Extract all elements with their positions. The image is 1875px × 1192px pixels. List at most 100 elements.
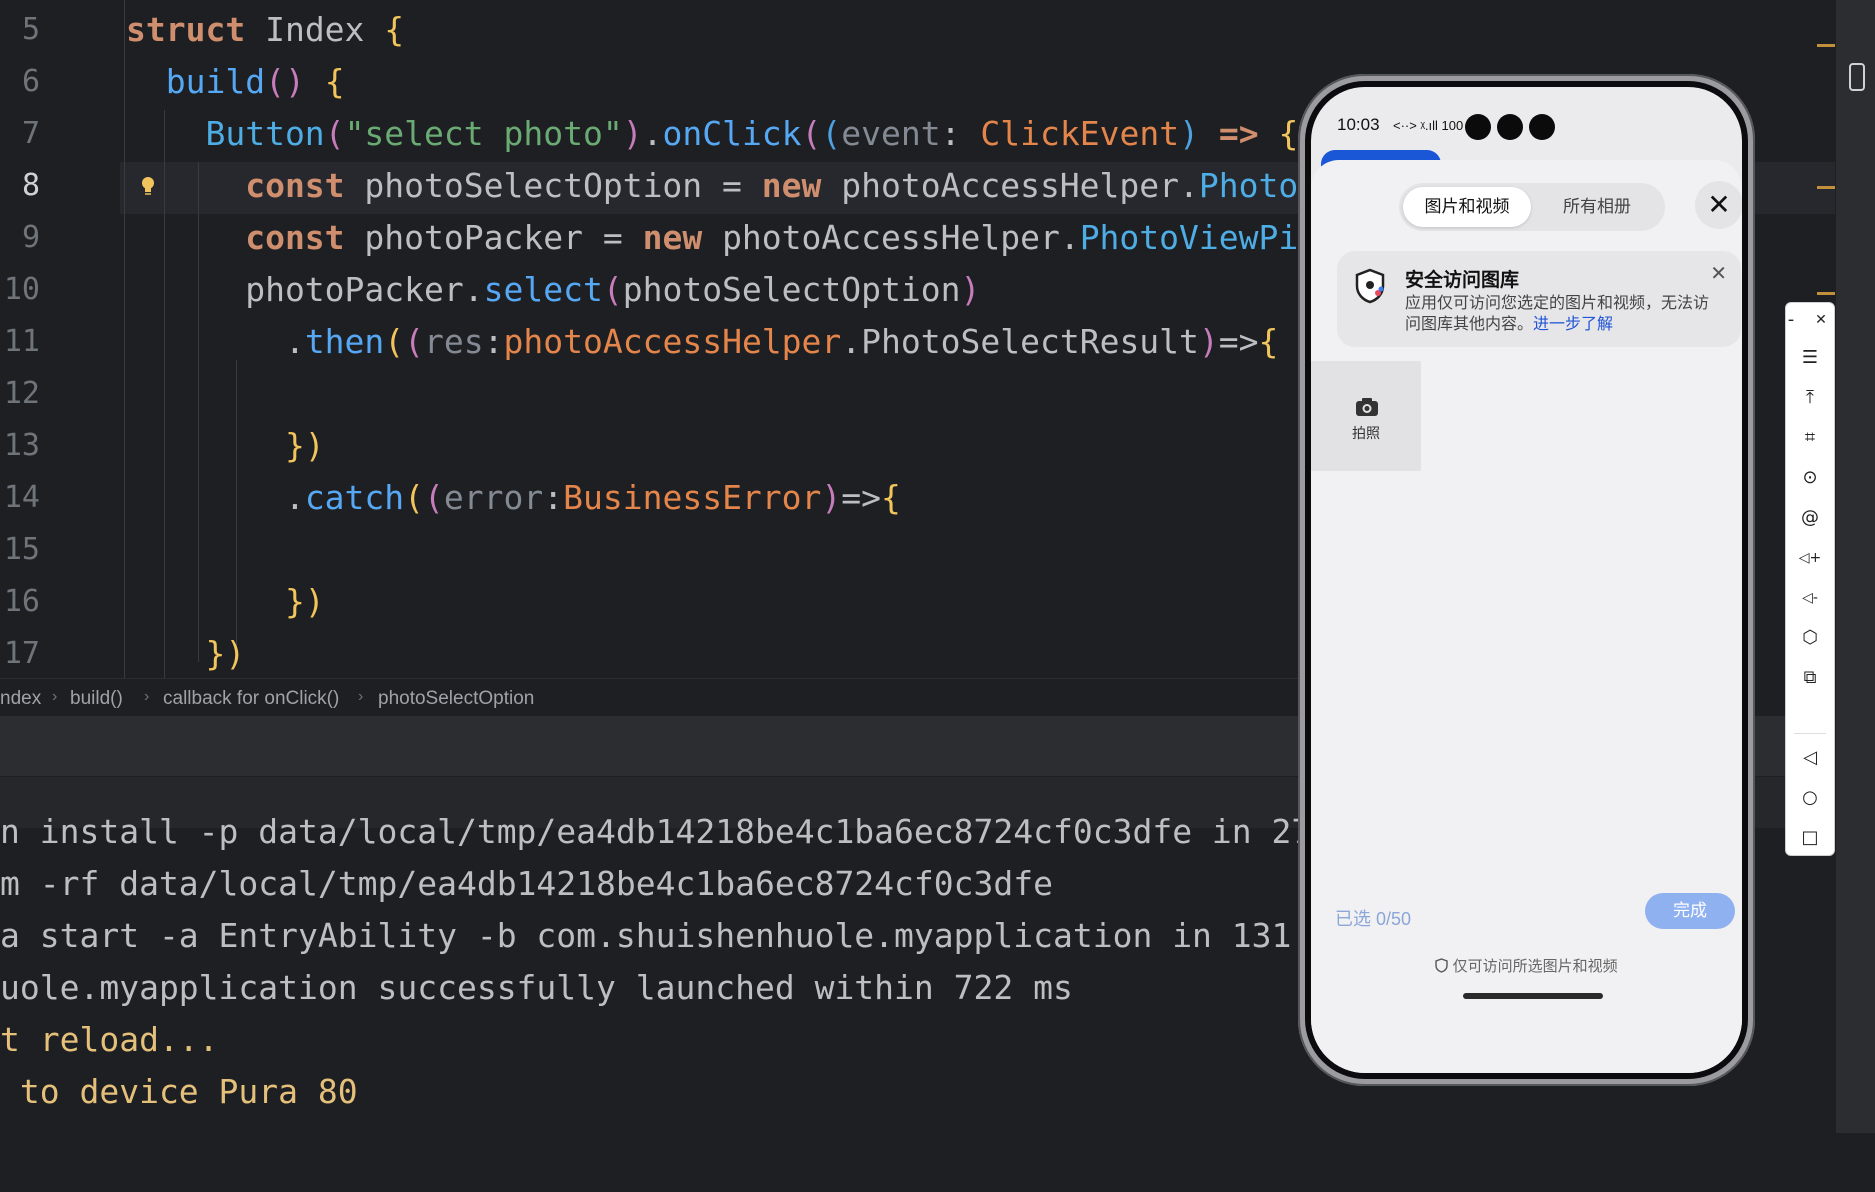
code-token: photoAccessHelper.	[841, 166, 1199, 205]
line-number: 7	[21, 116, 40, 151]
home-icon[interactable]: ○	[1786, 783, 1834, 813]
indent-guide	[124, 0, 125, 678]
code-token: {	[324, 62, 345, 101]
right-tool-strip	[1835, 0, 1875, 1133]
code-token: =>	[841, 478, 882, 517]
device-icon[interactable]	[1848, 62, 1866, 92]
code-token: )	[960, 270, 981, 309]
camera-icon	[1356, 398, 1378, 416]
line-number: 10	[3, 272, 40, 307]
code-token: .PhotoSelectResult	[841, 322, 1199, 361]
code-token: BusinessError	[563, 478, 822, 517]
code-token: const	[126, 218, 365, 257]
code-token: (	[602, 270, 623, 309]
scroll-marker	[1817, 292, 1837, 295]
line-number: 13	[3, 428, 40, 463]
code-token: (	[404, 478, 425, 517]
code-token: (	[384, 322, 405, 361]
code-token: photoSelectOption	[622, 270, 961, 309]
privacy-notice: 安全访问图库 应用仅可访问您选定的图片和视频，无法访问图库其他内容。进一步了解 …	[1337, 251, 1741, 347]
code-token: :	[543, 478, 564, 517]
location-icon[interactable]: @	[1786, 503, 1834, 533]
code-token: error	[443, 478, 544, 517]
chevron-right-icon: ›	[52, 688, 58, 705]
notice-close-icon[interactable]: ✕	[1710, 261, 1727, 286]
code-token: )	[821, 478, 842, 517]
recents-icon[interactable]: □	[1786, 823, 1834, 853]
code-line: })	[126, 576, 325, 628]
breadcrumb-item[interactable]: callback for onClick()	[163, 688, 339, 710]
album-segmented-control: 图片和视频 所有相册	[1399, 183, 1665, 231]
emulator-toolbar: - ✕ ☰ ⤒ ⌗ ⊙ @ ◁+ ◁- ⬡ ⧉ ◁ ○ □	[1785, 302, 1835, 856]
status-time: 10:03	[1337, 115, 1380, 134]
phone-bezel: 10:03 <··> ᵡ.ıll 100 图片和视频 所有相册 ✕ 安全访问图库	[1305, 81, 1748, 1079]
breadcrumb-item[interactable]: photoSelectOption	[378, 688, 534, 710]
pin-top-icon[interactable]: ⤒	[1786, 383, 1834, 413]
code-token: "select photo"	[344, 114, 623, 153]
close-icon[interactable]: ✕	[1808, 305, 1834, 335]
notice-text: 应用仅可访问您选定的图片和视频，无法访问图库其他内容。进一步了解	[1405, 293, 1715, 335]
take-photo-tile[interactable]: 拍照	[1311, 361, 1421, 471]
code-token: .	[126, 478, 305, 517]
code-token: new	[642, 218, 723, 257]
code-token: .	[126, 322, 305, 361]
multi-device-icon[interactable]: ⧉	[1786, 663, 1834, 693]
phone-emulator: 10:03 <··> ᵡ.ıll 100 图片和视频 所有相册 ✕ 安全访问图库	[1298, 74, 1755, 1086]
code-token: res	[424, 322, 484, 361]
code-line: .then((res:photoAccessHelper.PhotoSelect…	[126, 316, 1278, 368]
back-icon[interactable]: ◁	[1786, 743, 1834, 773]
code-token: })	[126, 582, 325, 621]
breadcrumb-item[interactable]: build()	[70, 688, 123, 710]
volume-down-icon[interactable]: ◁-	[1786, 583, 1834, 613]
line-number: 17	[3, 636, 40, 671]
code-token: Index	[265, 10, 385, 49]
volume-up-icon[interactable]: ◁+	[1786, 543, 1834, 573]
rotate-icon[interactable]: ⊙	[1786, 463, 1834, 493]
code-token: then	[304, 322, 385, 361]
code-line: })	[126, 420, 325, 472]
learn-more-link[interactable]: 进一步了解	[1533, 316, 1613, 333]
status-icons: <··> ᵡ.ıll 100	[1393, 118, 1464, 133]
console-line: n install -p data/local/tmp/ea4db14218be…	[0, 812, 1371, 851]
done-button[interactable]: 完成	[1645, 893, 1735, 929]
console-line: t reload...	[0, 1020, 219, 1059]
code-token: new	[761, 166, 842, 205]
code-token: onClick	[662, 114, 802, 153]
code-token: (	[404, 322, 425, 361]
breadcrumb-item[interactable]: ndex	[0, 688, 41, 710]
code-token: photoPacker.	[126, 270, 484, 309]
console-line: to device Pura 80	[0, 1072, 358, 1111]
notice-title: 安全访问图库	[1405, 270, 1520, 291]
close-button[interactable]: ✕	[1695, 181, 1742, 229]
privacy-footer-text: 仅可访问所选图片和视频	[1452, 958, 1618, 975]
tab-photos-videos[interactable]: 图片和视频	[1403, 187, 1531, 227]
console-line: a start -a EntryAbility -b com.shuishenh…	[0, 916, 1352, 955]
settings-icon[interactable]: ⬡	[1786, 623, 1834, 653]
shield-icon	[1355, 268, 1385, 304]
console-line: m -rf data/local/tmp/ea4db14218be4c1ba6e…	[0, 864, 1053, 903]
line-number: 9	[21, 220, 40, 255]
code-line: build() {	[126, 56, 345, 108]
code-token: (	[821, 114, 842, 153]
code-token: (	[424, 478, 444, 517]
code-line: .catch((error:BusinessError)=>{	[126, 472, 901, 524]
code-token: })	[126, 426, 325, 465]
line-number: 12	[3, 376, 40, 411]
code-token: const	[126, 166, 365, 205]
code-token: catch	[304, 478, 405, 517]
line-number: 15	[3, 532, 40, 567]
code-token: :	[483, 322, 504, 361]
crop-icon[interactable]: ⌗	[1786, 423, 1834, 453]
menu-icon[interactable]: ☰	[1786, 343, 1834, 373]
tab-all-albums[interactable]: 所有相册	[1533, 187, 1661, 227]
code-token: event	[841, 114, 941, 153]
home-indicator[interactable]	[1463, 993, 1603, 999]
breadcrumb: ndex › build() › callback for onClick() …	[0, 678, 1300, 717]
minimize-icon[interactable]: -	[1776, 305, 1806, 335]
phone-screen[interactable]: 10:03 <··> ᵡ.ıll 100 图片和视频 所有相册 ✕ 安全访问图库	[1311, 87, 1742, 1073]
line-number: 14	[3, 480, 40, 515]
line-number: 8	[21, 168, 40, 203]
line-number: 11	[3, 324, 40, 359]
code-token: .	[642, 114, 663, 153]
code-token: =>	[1218, 322, 1259, 361]
